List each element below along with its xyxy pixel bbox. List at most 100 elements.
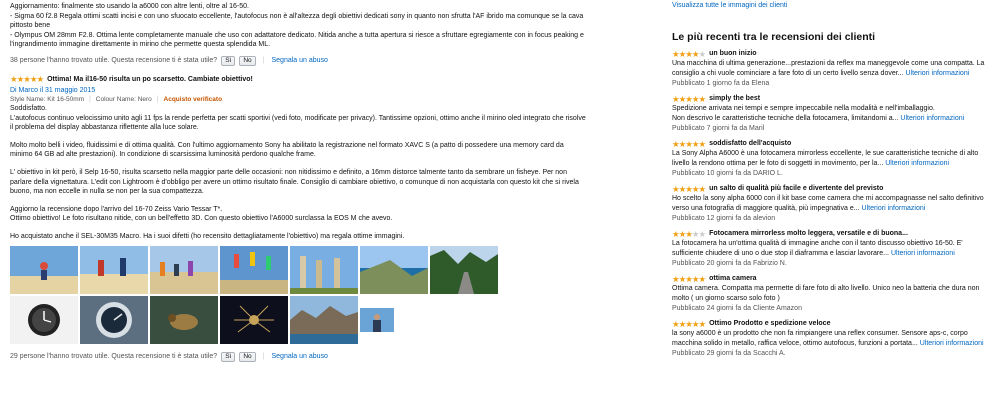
ruins-photo[interactable] bbox=[290, 245, 358, 294]
recent-review-body: sufficiente chiudere di uno o due stop i… bbox=[672, 250, 889, 257]
helpful-row: 38 persone l'hanno trovato utile. Questa… bbox=[10, 55, 620, 66]
review-title[interactable]: Ottima! Ma il16-50 risulta un po scarset… bbox=[47, 75, 253, 85]
recent-review-title[interactable]: ottima camera bbox=[709, 274, 756, 284]
review-line: Ottimo obiettivo! Le foto risultano niti… bbox=[10, 215, 393, 223]
helpful-yes-button[interactable]: Sì bbox=[221, 351, 236, 362]
star-rating[interactable]: ★★★★★ bbox=[672, 49, 706, 59]
helpful-no-button[interactable]: No bbox=[239, 351, 256, 362]
more-info-link[interactable]: Ulteriori informazioni bbox=[862, 205, 926, 212]
review-meta: Style Name: Kit 16-50mm | Colour Name: N… bbox=[10, 96, 620, 103]
recent-review: ★★★★★ Ottimo Prodotto e spedizione veloce… bbox=[672, 319, 994, 358]
recent-review-body: Una macchina di ultima generazione...pre… bbox=[672, 60, 985, 67]
recent-review: ★★★★★ simply the best Spedizione arrivata… bbox=[672, 94, 994, 133]
forest-road-photo[interactable] bbox=[430, 245, 498, 294]
review-line: Aggiornamento: finalmente sto usando la … bbox=[10, 3, 249, 10]
recent-review-date: Pubblicato 7 giorni fa da Maril bbox=[672, 125, 765, 132]
helpful-yes-button[interactable]: Sì bbox=[221, 55, 236, 66]
recent-review: ★★★★★ soddisfatto dell'acquisto La Sony A… bbox=[672, 139, 994, 178]
recent-review-date: Pubblicato 20 giorni fa da Fabrizio N. bbox=[672, 260, 787, 267]
star-rating[interactable]: ★★★★★ bbox=[672, 229, 706, 239]
separator: | bbox=[89, 95, 91, 103]
more-info-link[interactable]: Ulteriori informazioni bbox=[891, 250, 955, 257]
recent-review-title[interactable]: un salto di qualità più facile e diverte… bbox=[709, 184, 883, 194]
person-portrait-photo[interactable] bbox=[360, 296, 394, 344]
beach-jump-photo[interactable] bbox=[10, 245, 78, 294]
recent-review: ★★★★★ Fotocamera mirrorless molto leggera… bbox=[672, 229, 994, 268]
recent-review-body: macchina solido in metallo, raffica velo… bbox=[672, 340, 918, 347]
star-rating[interactable]: ★★★★★ bbox=[10, 75, 44, 84]
review-line: - Sigma 60 f2.8 Regala ottimi scatti inc… bbox=[10, 12, 584, 20]
review-line: pittosto bene bbox=[10, 22, 51, 30]
review: ★★★★★ Ottima! Ma il16-50 risulta un po s… bbox=[10, 75, 620, 362]
report-abuse-link[interactable]: Segnala un abuso bbox=[272, 57, 328, 64]
review-line: Ho acquistato anche il SEL-30M35 Macro. … bbox=[10, 232, 405, 240]
recent-review-body: molto ( un giorno scarso solo foto ) bbox=[672, 295, 780, 302]
recent-reviews-title: Le più recenti tra le recensioni dei cli… bbox=[672, 31, 876, 43]
review-line: Molto molto belli i video, fluidissimi e… bbox=[10, 141, 564, 149]
previous-review-text: Aggiornamento: finalmente sto usando la … bbox=[10, 2, 620, 50]
recent-review-title[interactable]: Ottimo Prodotto e spedizione veloce bbox=[709, 319, 830, 329]
helpful-no-button[interactable]: No bbox=[239, 55, 256, 66]
recent-reviews-column: Visualizza tutte le immagini dei clienti… bbox=[672, 0, 994, 406]
author-line[interactable]: Di Marco il 31 maggio 2015 bbox=[10, 87, 95, 94]
rocky-coast-photo[interactable] bbox=[290, 295, 358, 344]
review-photo-gallery bbox=[10, 245, 550, 344]
more-info-link[interactable]: Ulteriori informazioni bbox=[905, 70, 969, 77]
star-rating[interactable]: ★★★★★ bbox=[672, 94, 706, 104]
recent-review-body: livello la rendono ottima per le foto di… bbox=[672, 160, 884, 167]
recent-review-date: Pubblicato 10 giorni fa da DARIO L. bbox=[672, 170, 783, 177]
coast-photo[interactable] bbox=[360, 245, 428, 294]
people-jumping-photo[interactable] bbox=[220, 245, 288, 294]
beach-players-photo[interactable] bbox=[80, 245, 148, 294]
review-header: ★★★★★ Ottima! Ma il16-50 risulta un po s… bbox=[10, 75, 620, 85]
review-line: - Olympus OM 28mm F2.8. Ottima lente com… bbox=[10, 31, 584, 39]
recent-review-body: Spedizione arrivata nei tempi e sempre i… bbox=[672, 105, 935, 112]
recent-review-title[interactable]: un buon inizio bbox=[709, 49, 756, 59]
review-line: minimo 64 GB ad alte prestazioni). In co… bbox=[10, 151, 316, 159]
review-line: buono, ma non eccelle in nulla se non pe… bbox=[10, 188, 204, 196]
star-rating[interactable]: ★★★★★ bbox=[672, 139, 706, 149]
recent-review-body: Ho scelto la sony alpha 6000 con il kit … bbox=[672, 195, 984, 202]
star-rating[interactable]: ★★★★★ bbox=[672, 274, 706, 284]
recent-review-title[interactable]: simply the best bbox=[709, 94, 760, 104]
recent-review-title[interactable]: Fotocamera mirrorless molto leggera, ver… bbox=[709, 229, 908, 239]
review-line: il problema del display abbastanza rifle… bbox=[10, 124, 199, 132]
review-line: L' obiettivo in kit però, il Selp 16-50,… bbox=[10, 168, 567, 176]
watch-dial-photo[interactable] bbox=[80, 295, 148, 344]
helpful-row: 29 persone l'hanno trovato utile. Questa… bbox=[10, 351, 620, 362]
separator: | bbox=[156, 95, 159, 103]
review-line: L'autofocus continuo velocissimo unito a… bbox=[10, 114, 586, 122]
colour-name: Colour Name: Nero bbox=[95, 95, 152, 103]
report-abuse-link[interactable]: Segnala un abuso bbox=[272, 353, 328, 360]
recent-review-date: Pubblicato 29 giorni fa da Scacchi A. bbox=[672, 350, 786, 357]
helpful-text: 38 persone l'hanno trovato utile. Questa… bbox=[10, 57, 218, 65]
review-line: l'ingrandimento immagine direttamente in… bbox=[10, 41, 271, 49]
star-rating[interactable]: ★★★★★ bbox=[672, 319, 706, 329]
verified-purchase-badge: Acquisto verificato bbox=[163, 95, 223, 103]
review-column: Aggiornamento: finalmente sto usando la … bbox=[10, 0, 620, 406]
recent-review-date: Pubblicato 12 giorni fa da alevion bbox=[672, 215, 776, 222]
helpful-text: 29 persone l'hanno trovato utile. Questa… bbox=[10, 353, 218, 360]
recent-review: ★★★★★ un buon inizio Una macchina di ulti… bbox=[672, 49, 994, 88]
view-customer-images-link[interactable]: Visualizza tutte le immagini dei clienti bbox=[672, 2, 994, 9]
insect-macro-photo[interactable] bbox=[150, 295, 218, 344]
recent-review-body: Ottima camera. Compatta ma permette di f… bbox=[672, 285, 980, 292]
more-info-link[interactable]: Ulteriori informazioni bbox=[900, 115, 964, 122]
recent-review-body: consiglio a chi vuole cominciare a fare … bbox=[672, 70, 904, 77]
review-body: Soddisfatto. L'autofocus continuo veloci… bbox=[10, 104, 620, 242]
more-info-link[interactable]: Ulteriori informazioni bbox=[920, 340, 984, 347]
recent-review-title[interactable]: soddisfatto dell'acquisto bbox=[709, 139, 791, 149]
separator: | bbox=[262, 353, 265, 360]
separator: | bbox=[262, 57, 265, 65]
review-line: parlare della vignettatura. L'edit con L… bbox=[10, 178, 579, 186]
wristwatch-photo[interactable] bbox=[10, 295, 78, 344]
review-line: Aggiorno la recensione dopo l'arrivo del… bbox=[10, 205, 223, 213]
recent-review-body: la sony a6000 è un prodotto che non fa r… bbox=[672, 330, 968, 337]
star-rating[interactable]: ★★★★★ bbox=[672, 184, 706, 194]
recent-review-date: Pubblicato 24 giorni fa da Cliente Amazo… bbox=[672, 305, 802, 312]
more-info-link[interactable]: Ulteriori informazioni bbox=[885, 160, 949, 167]
review-author: Di Marco il 31 maggio 2015 bbox=[10, 87, 620, 94]
spider-photo[interactable] bbox=[220, 295, 288, 344]
recent-review: ★★★★★ un salto di qualità più facile e di… bbox=[672, 184, 994, 223]
beach-group-photo[interactable] bbox=[150, 245, 218, 294]
